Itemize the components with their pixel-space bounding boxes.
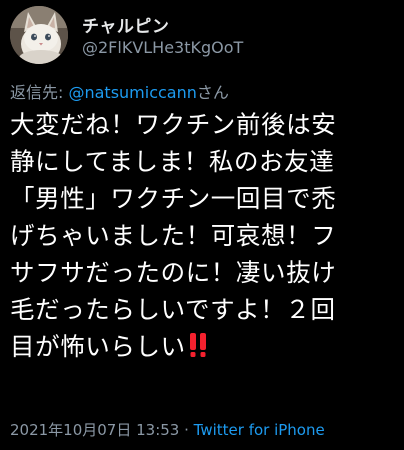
client-link[interactable]: Twitter for iPhone (194, 421, 325, 439)
tweet-text: 大変だね！ワクチン前後は安 静にしてましま！私のお友達 「男性」ワクチン一回目で… (10, 106, 400, 365)
tweet-text-line: 静にしてましま！私のお友達 (10, 147, 335, 176)
tweet-text-line: 毛だったらしいですよ！２回 (10, 295, 336, 324)
tweet: チャルピン @2FlKVLHe3tKgOoT 返信先: @natsumiccan… (0, 0, 404, 450)
tweet-text-line: 「男性」ワクチン一回目で禿 (10, 184, 337, 213)
reply-mention-link[interactable]: @natsumiccann (68, 83, 196, 102)
double-exclamation-icon (188, 330, 208, 360)
timestamp[interactable]: 2021年10月07日 13:53 (10, 421, 179, 439)
reply-prefix: 返信先: (10, 83, 69, 102)
reply-context: 返信先: @natsumiccannさん (10, 79, 229, 103)
tweet-text-line: 目が怖いらしい (10, 332, 186, 361)
tweet-meta: 2021年10月07日 13:53 · Twitter for iPhone (10, 419, 325, 440)
avatar[interactable] (10, 6, 68, 64)
tweet-text-line: げちゃいました！可哀想！フ (10, 221, 337, 250)
meta-separator: · (179, 421, 194, 439)
display-name[interactable]: チャルピン (82, 12, 169, 37)
tweet-text-line: 大変だね！ワクチン前後は安 (10, 110, 337, 139)
reply-suffix: さん (196, 83, 229, 102)
tweet-text-last-line: 目が怖いらしい (10, 328, 400, 365)
user-handle[interactable]: @2FlKVLHe3tKgOoT (82, 38, 243, 57)
tweet-text-line: サフサだったのに！凄い抜け (10, 258, 337, 287)
cat-avatar-icon (10, 6, 68, 64)
